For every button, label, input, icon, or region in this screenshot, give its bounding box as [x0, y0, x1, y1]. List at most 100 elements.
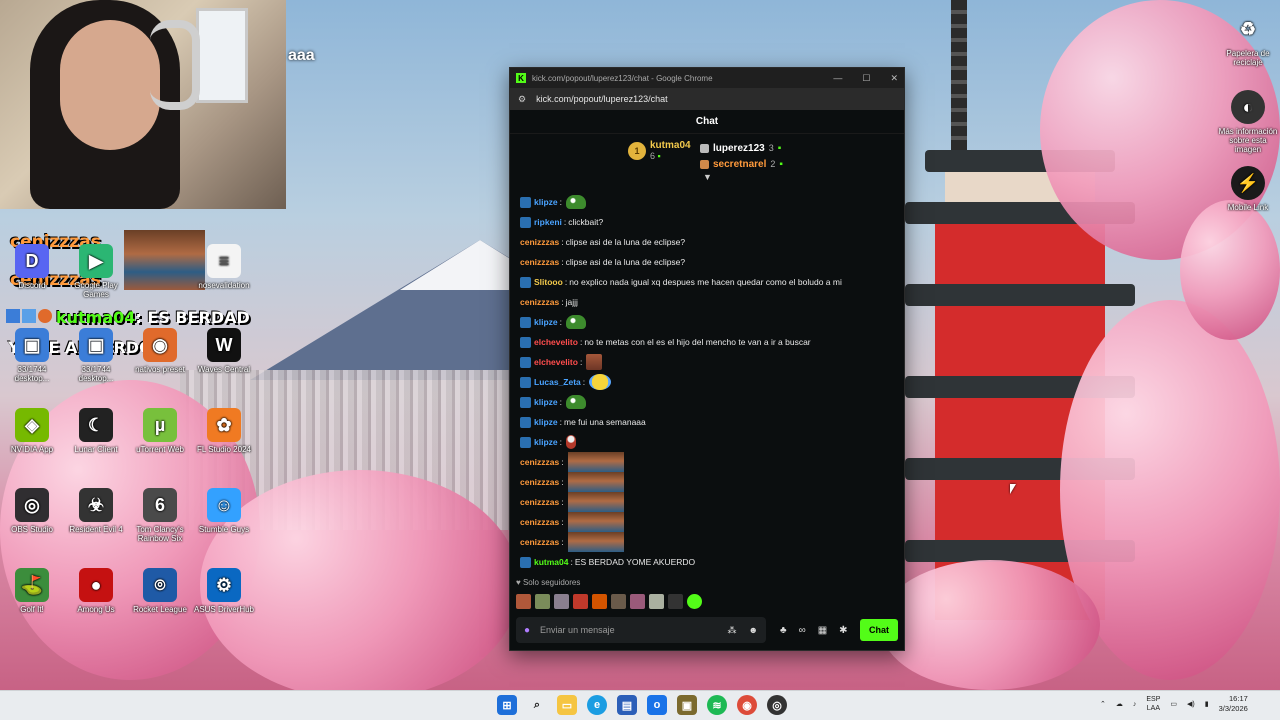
- emote-button[interactable]: [687, 594, 702, 609]
- desktop-icon[interactable]: µ uTorrent Web: [128, 408, 192, 454]
- battery-icon[interactable]: ▮: [1205, 700, 1209, 708]
- desktop-icon[interactable]: ⌾ Rocket League: [128, 568, 192, 614]
- emoji-icon[interactable]: ☻: [749, 625, 758, 636]
- desktop-icon[interactable]: ☣ Resident Evil 4: [64, 488, 128, 534]
- chat-username[interactable]: cenizzzas: [520, 497, 559, 507]
- clock[interactable]: 16:17 3/3/2026: [1219, 694, 1248, 714]
- leaderboard-first[interactable]: 1 kutma04 6 ▪: [628, 140, 691, 161]
- desktop-icon[interactable]: ≡ nosevalidation: [192, 244, 256, 290]
- desktop-icon[interactable]: ☺ Stumble Guys: [192, 488, 256, 534]
- chat-message: cenizzzas:: [520, 532, 900, 552]
- chat-text: me fui una semanaaa: [564, 417, 646, 427]
- volume-icon[interactable]: ◀): [1187, 700, 1195, 708]
- infinity-icon[interactable]: ∞: [799, 625, 806, 636]
- desktop-icon[interactable]: ▶ Google Play Games: [64, 244, 128, 299]
- leaderboard-third[interactable]: secretnarel 2 ▪: [700, 156, 783, 172]
- desktop-icon[interactable]: 6 Tom Clancy's Rainbow Six: [128, 488, 192, 543]
- chat-message: kutma04: ES BERDAD YOME AKUERDO: [520, 552, 900, 572]
- spotify-icon[interactable]: ≋: [707, 695, 727, 715]
- mobile-link-icon[interactable]: ⚡ Mobile Link: [1216, 166, 1280, 212]
- chevron-up-icon[interactable]: ⌃: [1100, 700, 1106, 708]
- chat-username[interactable]: klipze: [534, 417, 558, 427]
- desktop-icon[interactable]: ◈ NVIDIA App: [0, 408, 64, 454]
- chat-username[interactable]: cenizzzas: [520, 517, 559, 527]
- edge-icon[interactable]: e: [587, 695, 607, 715]
- store-icon[interactable]: ▤: [617, 695, 637, 715]
- site-settings-icon[interactable]: ⚙: [518, 94, 526, 105]
- close-button[interactable]: ✕: [890, 73, 898, 84]
- desktop-icon[interactable]: ☾ Lunar Client: [64, 408, 128, 454]
- chat-username[interactable]: ripkeni: [534, 217, 562, 227]
- chat-username[interactable]: elchevelito: [534, 337, 578, 347]
- silver-badge-icon: [700, 143, 709, 153]
- chat-username[interactable]: cenizzzas: [520, 457, 559, 467]
- chrome-icon[interactable]: ◉: [737, 695, 757, 715]
- chat-message: elchevelito:: [520, 352, 900, 372]
- chat-username[interactable]: kutma04: [534, 557, 569, 567]
- chat-username[interactable]: elchevelito: [534, 357, 578, 367]
- settings-gear-icon[interactable]: ✱: [839, 625, 847, 636]
- more-info-image-icon[interactable]: ◐ Más información sobre esta imagen: [1216, 90, 1280, 154]
- chat-username[interactable]: cenizzzas: [520, 297, 559, 307]
- desktop-icon[interactable]: W Waves Central: [192, 328, 256, 374]
- chat-separator: :: [579, 337, 583, 347]
- mic-tray-icon[interactable]: ♪: [1133, 701, 1137, 708]
- chat-username[interactable]: cenizzzas: [520, 237, 559, 247]
- chat-separator: :: [559, 437, 562, 447]
- chat-username[interactable]: Lucas_Zeta: [534, 377, 581, 387]
- maximize-button[interactable]: ☐: [862, 73, 870, 84]
- face-emote-icon: [567, 452, 624, 472]
- emote-button[interactable]: [592, 594, 607, 609]
- windows-start-icon[interactable]: ⊞: [497, 695, 517, 715]
- emote-button[interactable]: [573, 594, 588, 609]
- chat-username[interactable]: klipze: [534, 437, 558, 447]
- network-icon[interactable]: ▭: [1170, 700, 1177, 708]
- search-icon[interactable]: ⌕: [527, 695, 547, 715]
- chat-username[interactable]: Slitooo: [534, 277, 563, 287]
- desktop-icon[interactable]: ▣ 33/1744 desktop...: [0, 328, 64, 383]
- desktop-icon[interactable]: ◉ nativos preset: [128, 328, 192, 374]
- address-bar[interactable]: ⚙ kick.com/popout/luperez123/chat: [510, 88, 904, 110]
- window-titlebar[interactable]: K kick.com/popout/luperez123/chat - Goog…: [510, 68, 904, 88]
- recycle-bin-icon[interactable]: ♻ Papelera de reciclaje: [1216, 12, 1280, 68]
- gift-box-icon[interactable]: ▦: [818, 625, 827, 636]
- language-indicator[interactable]: ESP LAA: [1146, 695, 1160, 713]
- emote-button[interactable]: [649, 594, 664, 609]
- chat-header: Chat: [510, 110, 904, 134]
- desktop-icon[interactable]: ⚙ ASUS DriverHub: [192, 568, 256, 614]
- chat-username[interactable]: cenizzzas: [520, 477, 559, 487]
- chat-username[interactable]: cenizzzas: [520, 537, 559, 547]
- desktop-icon[interactable]: ◎ OBS Studio: [0, 488, 64, 534]
- outlook-icon[interactable]: o: [647, 695, 667, 715]
- desktop-icon[interactable]: ✿ FL Studio 2024: [192, 408, 256, 454]
- emote-button[interactable]: [535, 594, 550, 609]
- chat-username[interactable]: klipze: [534, 197, 558, 207]
- send-chat-button[interactable]: Chat: [860, 619, 898, 641]
- emote-button[interactable]: [516, 594, 531, 609]
- leaderboard-second[interactable]: luperez123 3 ▪: [700, 140, 783, 156]
- emote-button[interactable]: [554, 594, 569, 609]
- chevron-down-icon[interactable]: ▼: [703, 172, 712, 182]
- app-icon[interactable]: ▣: [677, 695, 697, 715]
- app-icon: ▣: [15, 328, 49, 362]
- emote-button[interactable]: [668, 594, 683, 609]
- users-icon[interactable]: ♣: [780, 625, 787, 636]
- desktop-icon[interactable]: D Discord: [0, 244, 64, 290]
- chat-message: cenizzzas: clipse asi de la luna de eclip…: [520, 252, 900, 272]
- cloud-icon[interactable]: ☁: [1116, 700, 1123, 708]
- minimize-button[interactable]: —: [833, 73, 842, 84]
- mic-icon[interactable]: ●: [524, 625, 530, 636]
- emote-button[interactable]: [630, 594, 645, 609]
- chat-input[interactable]: ● Enviar un mensaje ⁂ ☻: [516, 617, 766, 643]
- chat-username[interactable]: klipze: [534, 397, 558, 407]
- obs-icon[interactable]: ◎: [767, 695, 787, 715]
- chat-username[interactable]: cenizzzas: [520, 257, 559, 267]
- file-explorer-icon[interactable]: ▭: [557, 695, 577, 715]
- desktop-icon[interactable]: ▣ 33/1744 desktop...: [64, 328, 128, 383]
- chat-username[interactable]: klipze: [534, 317, 558, 327]
- chat-messages: klipze: ripkeni: clickbait? cenizzzas: clips…: [520, 192, 900, 572]
- kick-emote-icon[interactable]: ⁂: [728, 625, 737, 636]
- emote-button[interactable]: [611, 594, 626, 609]
- desktop-icon[interactable]: ● Among Us: [64, 568, 128, 614]
- desktop-icon[interactable]: ⛳ Golf It!: [0, 568, 64, 614]
